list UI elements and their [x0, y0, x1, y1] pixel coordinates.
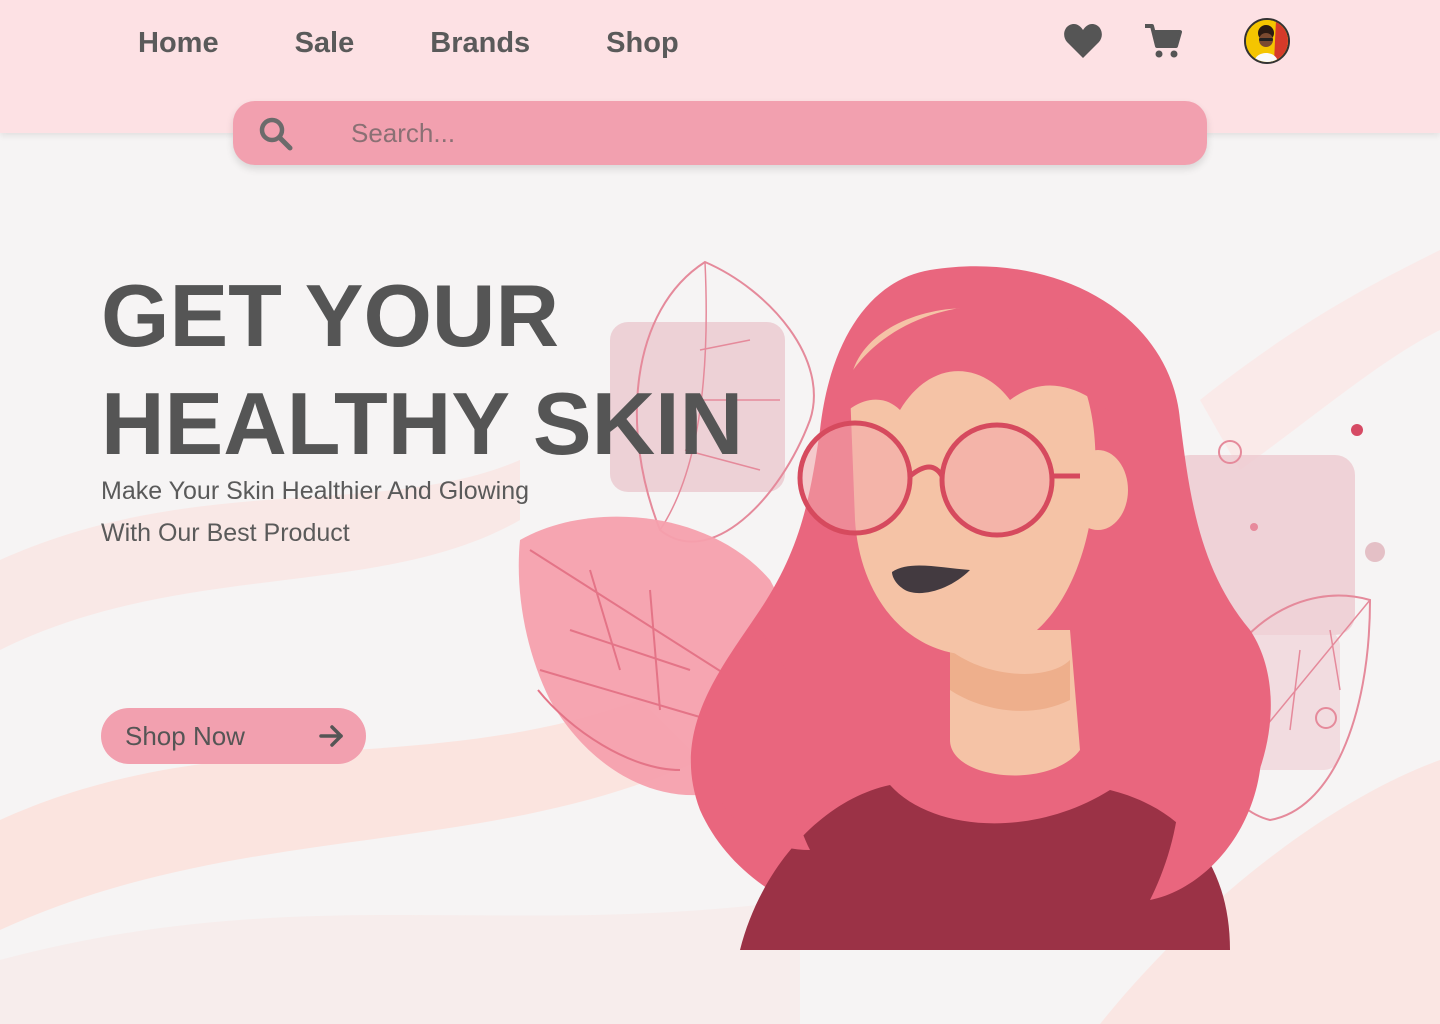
avatar[interactable]: [1244, 18, 1290, 64]
heart-icon[interactable]: [1063, 22, 1103, 60]
search-icon[interactable]: [259, 117, 293, 151]
nav-shop[interactable]: Shop: [606, 22, 679, 64]
nav-home[interactable]: Home: [138, 22, 219, 64]
arrow-right-icon: [319, 724, 345, 748]
nav-brands[interactable]: Brands: [430, 22, 530, 64]
search-bar: [233, 101, 1207, 165]
hero-title-line1: GET YOUR: [101, 266, 560, 365]
hero-title: GET YOUR HEALTHY SKIN: [101, 262, 743, 478]
main-nav: Home Sale Brands Shop: [138, 22, 755, 64]
hero-subtitle-line2: With Our Best Product: [101, 519, 350, 547]
hero-subtitle: Make Your Skin Healthier And Glowing Wit…: [101, 470, 621, 554]
shop-now-button[interactable]: Shop Now: [101, 708, 366, 764]
hero-title-line2: HEALTHY SKIN: [101, 374, 744, 473]
hero-subtitle-line1: Make Your Skin Healthier And Glowing: [101, 477, 530, 505]
cart-icon[interactable]: [1143, 22, 1183, 60]
nav-sale[interactable]: Sale: [295, 22, 355, 64]
search-input[interactable]: [351, 113, 1171, 153]
shop-now-label: Shop Now: [125, 721, 245, 751]
